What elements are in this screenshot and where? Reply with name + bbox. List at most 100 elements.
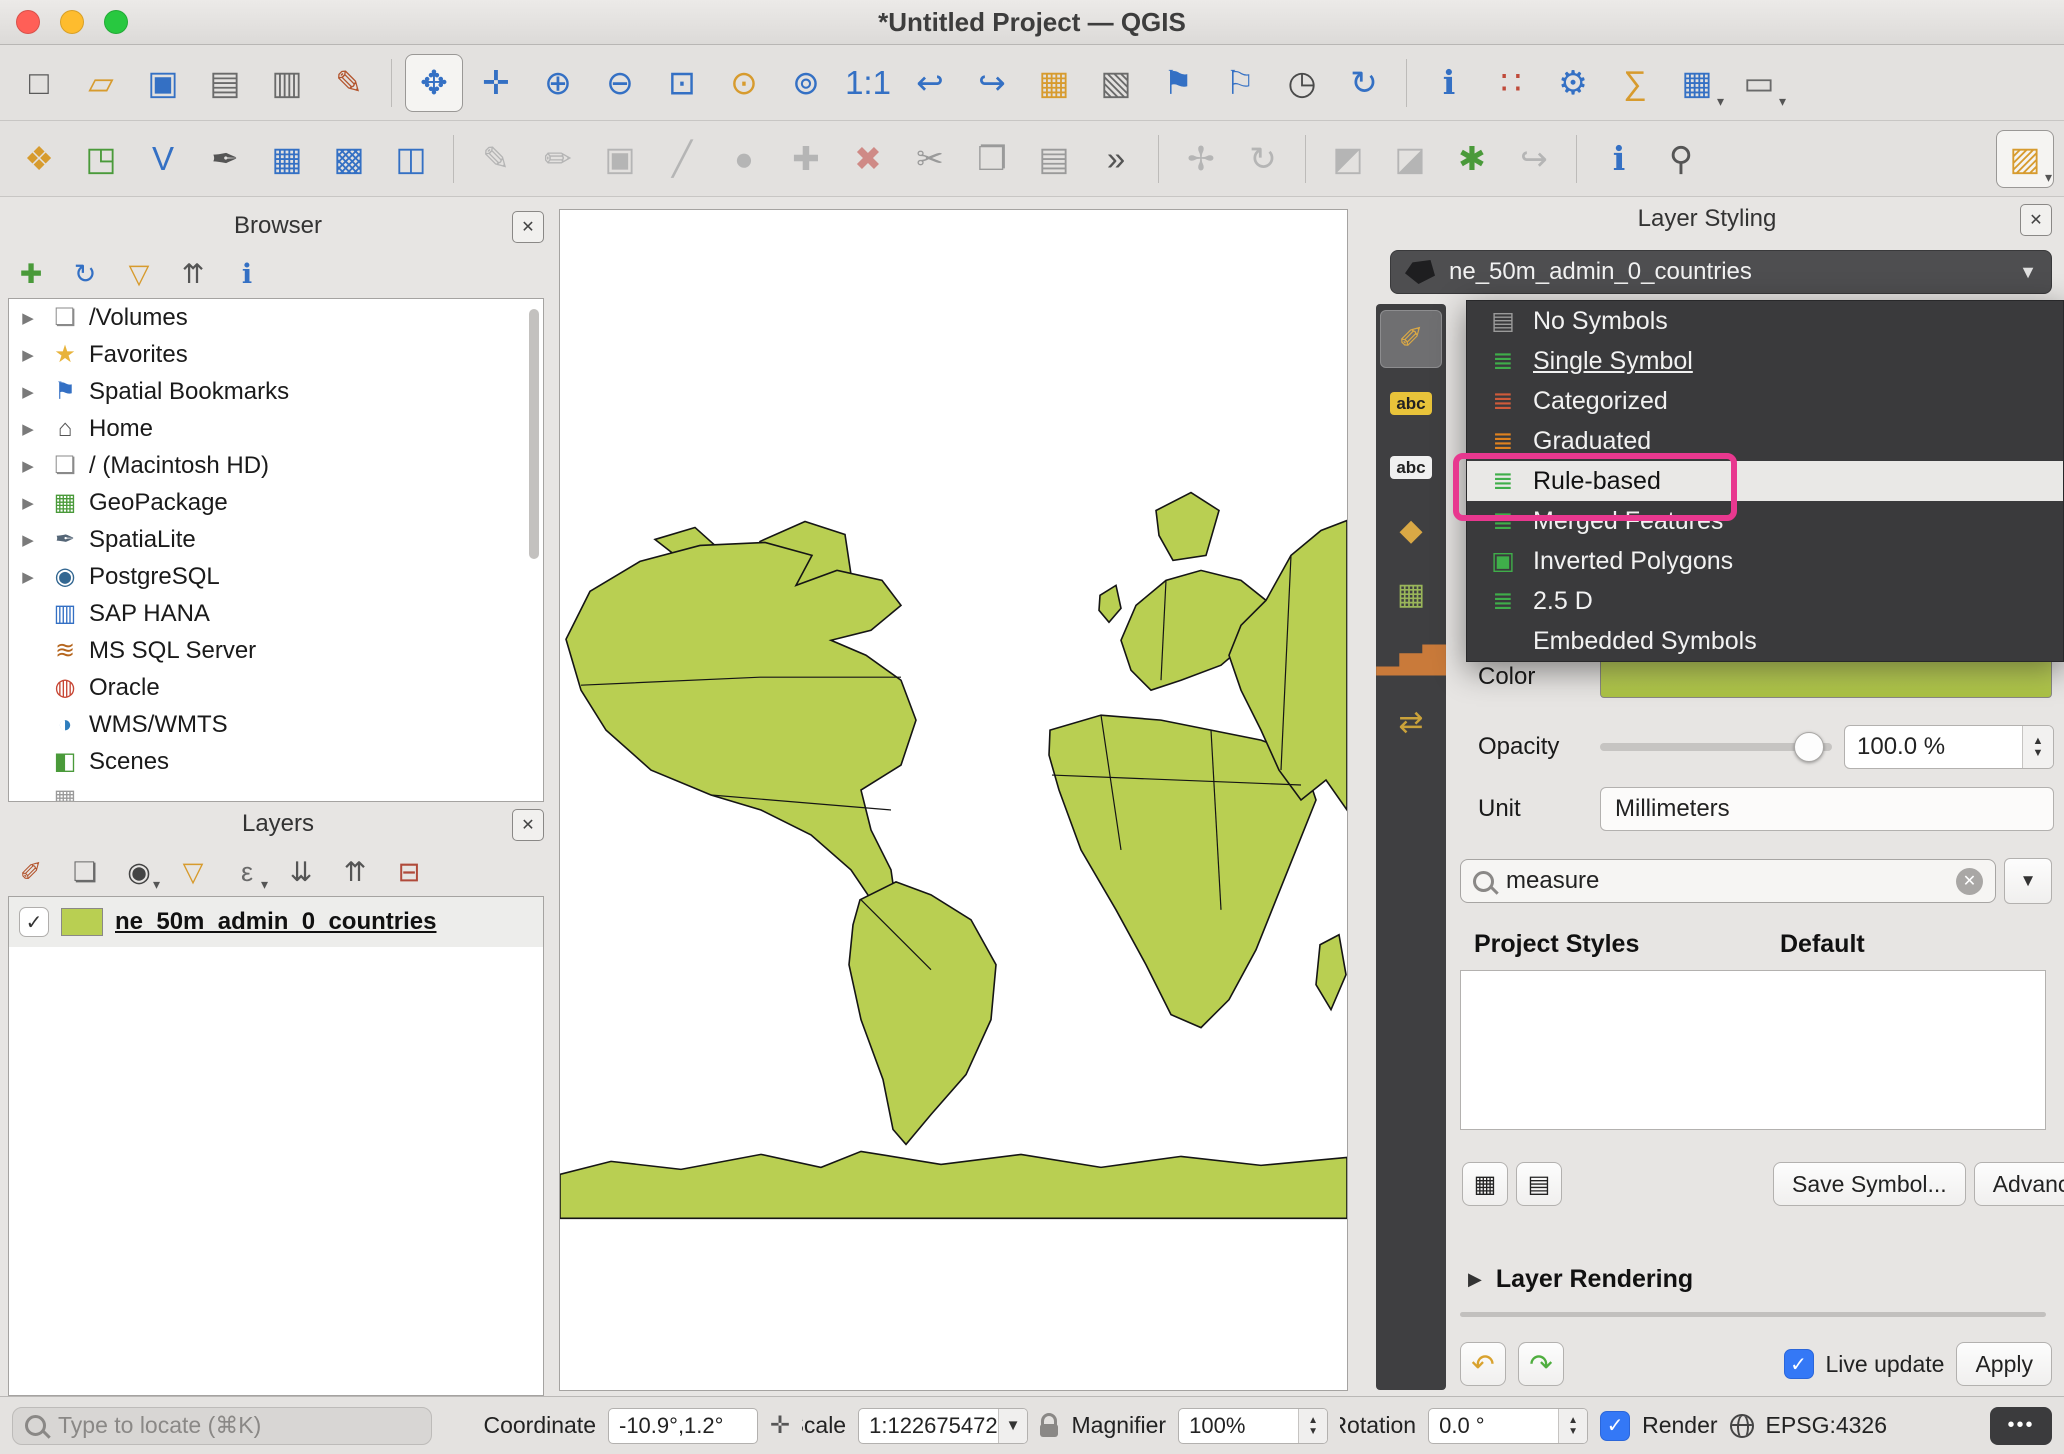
- zoom-full-button[interactable]: ⊡: [653, 54, 711, 112]
- select-features-button[interactable]: ◩: [1319, 130, 1377, 188]
- mask-tab[interactable]: abc: [1380, 438, 1442, 496]
- statistical-summary-button[interactable]: ∑: [1606, 54, 1664, 112]
- browser-item-postgresql[interactable]: ▶◉PostgreSQL: [9, 558, 543, 595]
- symbology-type-embedded-symbols[interactable]: Embedded Symbols: [1467, 621, 2063, 661]
- icon-view-button[interactable]: ▦: [1462, 1162, 1508, 1206]
- crs-status[interactable]: EPSG:4326: [1766, 1412, 1887, 1439]
- unit-combobox[interactable]: Millimeters: [1600, 787, 2054, 831]
- magnifier-spinbox[interactable]: 100% ▲▼: [1178, 1408, 1328, 1444]
- browser-item-spatial-bookmarks[interactable]: ▶⚑Spatial Bookmarks: [9, 373, 543, 410]
- temporal-controller-button[interactable]: ◷: [1273, 54, 1331, 112]
- style-manager-button[interactable]: ✎: [320, 54, 378, 112]
- stepper-arrows-icon[interactable]: ▲▼: [2022, 726, 2053, 768]
- paste-features-button[interactable]: ▤: [1025, 130, 1083, 188]
- undo-style-button[interactable]: ↶: [1460, 1342, 1506, 1386]
- browser-item-scenes[interactable]: ◧Scenes: [9, 743, 543, 780]
- advanced-button[interactable]: Advanced: [1974, 1162, 2064, 1206]
- layer-row[interactable]: ✓ ne_50m_admin_0_countries: [9, 897, 543, 947]
- layer-visibility-checkbox[interactable]: ✓: [19, 907, 49, 937]
- expand-arrow-icon[interactable]: ▶: [15, 494, 41, 512]
- new-map-view-button[interactable]: ▦: [1025, 54, 1083, 112]
- styling-layer-selector[interactable]: ne_50m_admin_0_countries ▼: [1390, 250, 2052, 294]
- diagrams-tab[interactable]: ▦: [1380, 566, 1442, 624]
- new-3d-map-view-button[interactable]: ▧: [1087, 54, 1145, 112]
- layout-manager-button[interactable]: ▥: [258, 54, 316, 112]
- scale-combobox[interactable]: 1:122675472 ▼: [858, 1408, 1028, 1444]
- stepper-arrows-icon[interactable]: ▲▼: [1558, 1409, 1587, 1443]
- filter-by-expression-button[interactable]: ε▾: [224, 849, 270, 895]
- current-edits-button[interactable]: ✎: [467, 130, 525, 188]
- refresh-map-button[interactable]: ↻: [1335, 54, 1393, 112]
- toggle-editing-button[interactable]: ✏: [529, 130, 587, 188]
- browser-item-macintosh-hd[interactable]: ▶❏/ (Macintosh HD): [9, 447, 543, 484]
- symbology-type-categorized[interactable]: ≣Categorized: [1467, 381, 2063, 421]
- save-symbol-button[interactable]: Save Symbol...: [1773, 1162, 1966, 1206]
- delete-selected-button[interactable]: ✖: [839, 130, 897, 188]
- color-button[interactable]: [1600, 656, 2052, 698]
- render-checkb[interactable]: ✓: [1600, 1411, 1630, 1441]
- redo-style-button[interactable]: ↷: [1518, 1342, 1564, 1386]
- filter-browser-button[interactable]: ▽: [116, 251, 162, 297]
- symbology-type-merged-features[interactable]: ≣Merged Features: [1467, 501, 2063, 541]
- browser-item-favorites[interactable]: ▶★Favorites: [9, 336, 543, 373]
- options-button[interactable]: ⚙: [1544, 54, 1602, 112]
- zoom-in-button[interactable]: ⊕: [529, 54, 587, 112]
- zoom-native-button[interactable]: 1:1: [839, 54, 897, 112]
- minimize-window-button[interactable]: [60, 10, 84, 34]
- symbology-type-no-symbols[interactable]: ▤No Symbols: [1467, 301, 2063, 341]
- data-source-manager-button[interactable]: ❖: [10, 130, 68, 188]
- symbology-tab[interactable]: ✐: [1380, 310, 1442, 368]
- symbology-type-rule-based[interactable]: ≣Rule-based: [1467, 461, 2063, 501]
- browser-properties-button[interactable]: ℹ: [224, 251, 270, 297]
- new-spatial-bookmark-button[interactable]: ⚑: [1149, 54, 1207, 112]
- opacity-slider-handle[interactable]: [1794, 732, 1824, 762]
- vertex-tool-button[interactable]: ✚: [777, 130, 835, 188]
- save-project-button[interactable]: ▣: [134, 54, 192, 112]
- symbol-search-field[interactable]: measure ✕: [1460, 859, 1996, 903]
- close-layers-panel-button[interactable]: ✕: [512, 809, 544, 841]
- expand-arrow-icon[interactable]: ▶: [15, 309, 41, 327]
- browser-item-ms-sql-server[interactable]: ≋MS SQL Server: [9, 632, 543, 669]
- expand-arrow-icon[interactable]: ▶: [15, 383, 41, 401]
- new-geopackage-layer-button[interactable]: ◳: [72, 130, 130, 188]
- rotate-feature-button[interactable]: ↻: [1234, 130, 1292, 188]
- selection-toolbox-button[interactable]: ▨▾: [1996, 130, 2054, 188]
- browser-item-spatialite[interactable]: ▶✒SpatiaLite: [9, 521, 543, 558]
- new-virtual-layer-button[interactable]: ◫: [382, 130, 440, 188]
- filter-legend-button[interactable]: ▽: [170, 849, 216, 895]
- new-mesh-layer-button[interactable]: ▦: [258, 130, 316, 188]
- zoom-next-button[interactable]: ↪: [963, 54, 1021, 112]
- attribute-table-button[interactable]: ▦▾: [1668, 54, 1726, 112]
- expand-arrow-icon[interactable]: ▶: [15, 457, 41, 475]
- zoom-to-layer-button[interactable]: ⊚: [777, 54, 835, 112]
- live-update-checkbox[interactable]: ✓: [1784, 1349, 1814, 1379]
- locate-search-field[interactable]: Type to locate (⌘K): [12, 1407, 432, 1445]
- zoom-window-button[interactable]: [104, 10, 128, 34]
- coordinate-input[interactable]: -10.9°,1.2°: [608, 1408, 758, 1444]
- add-annotation-button[interactable]: ✱: [1443, 130, 1501, 188]
- new-project-button[interactable]: □: [10, 54, 68, 112]
- zoom-to-selection-button[interactable]: ⊙: [715, 54, 773, 112]
- apply-button[interactable]: Apply: [1956, 1342, 2052, 1386]
- expand-arrow-icon[interactable]: ▶: [15, 420, 41, 438]
- browser-item-item[interactable]: ▦: [9, 780, 543, 802]
- symbology-type-2-5-d[interactable]: ≣2.5 D: [1467, 581, 2063, 621]
- close-window-button[interactable]: [16, 10, 40, 34]
- stepper-arrows-icon[interactable]: ▲▼: [1298, 1409, 1327, 1443]
- expand-arrow-icon[interactable]: ▶: [15, 531, 41, 549]
- add-group-button[interactable]: ❏: [62, 849, 108, 895]
- symbol-filter-dropdown[interactable]: ▼: [2004, 858, 2052, 904]
- histogram-tab[interactable]: ▂▅▇: [1380, 630, 1442, 688]
- 3d-view-tab[interactable]: ◆: [1380, 502, 1442, 560]
- browser-scrollbar[interactable]: [529, 303, 541, 797]
- lock-scale-icon[interactable]: [1040, 1424, 1058, 1437]
- clear-search-icon[interactable]: ✕: [1956, 868, 1983, 895]
- remove-layer-button[interactable]: ⊟: [386, 849, 432, 895]
- layer-rendering-section[interactable]: ▶ Layer Rendering: [1468, 1262, 2054, 1296]
- labels-tab[interactable]: abc: [1380, 374, 1442, 432]
- wrench-tools-button[interactable]: ⚲: [1652, 130, 1710, 188]
- toolbar-overflow-button[interactable]: »: [1087, 130, 1145, 188]
- refresh-browser-button[interactable]: ↻: [62, 251, 108, 297]
- browser-item-oracle[interactable]: ◍Oracle: [9, 669, 543, 706]
- browser-item-wms-wmts[interactable]: ◑WMS/WMTS: [9, 706, 543, 743]
